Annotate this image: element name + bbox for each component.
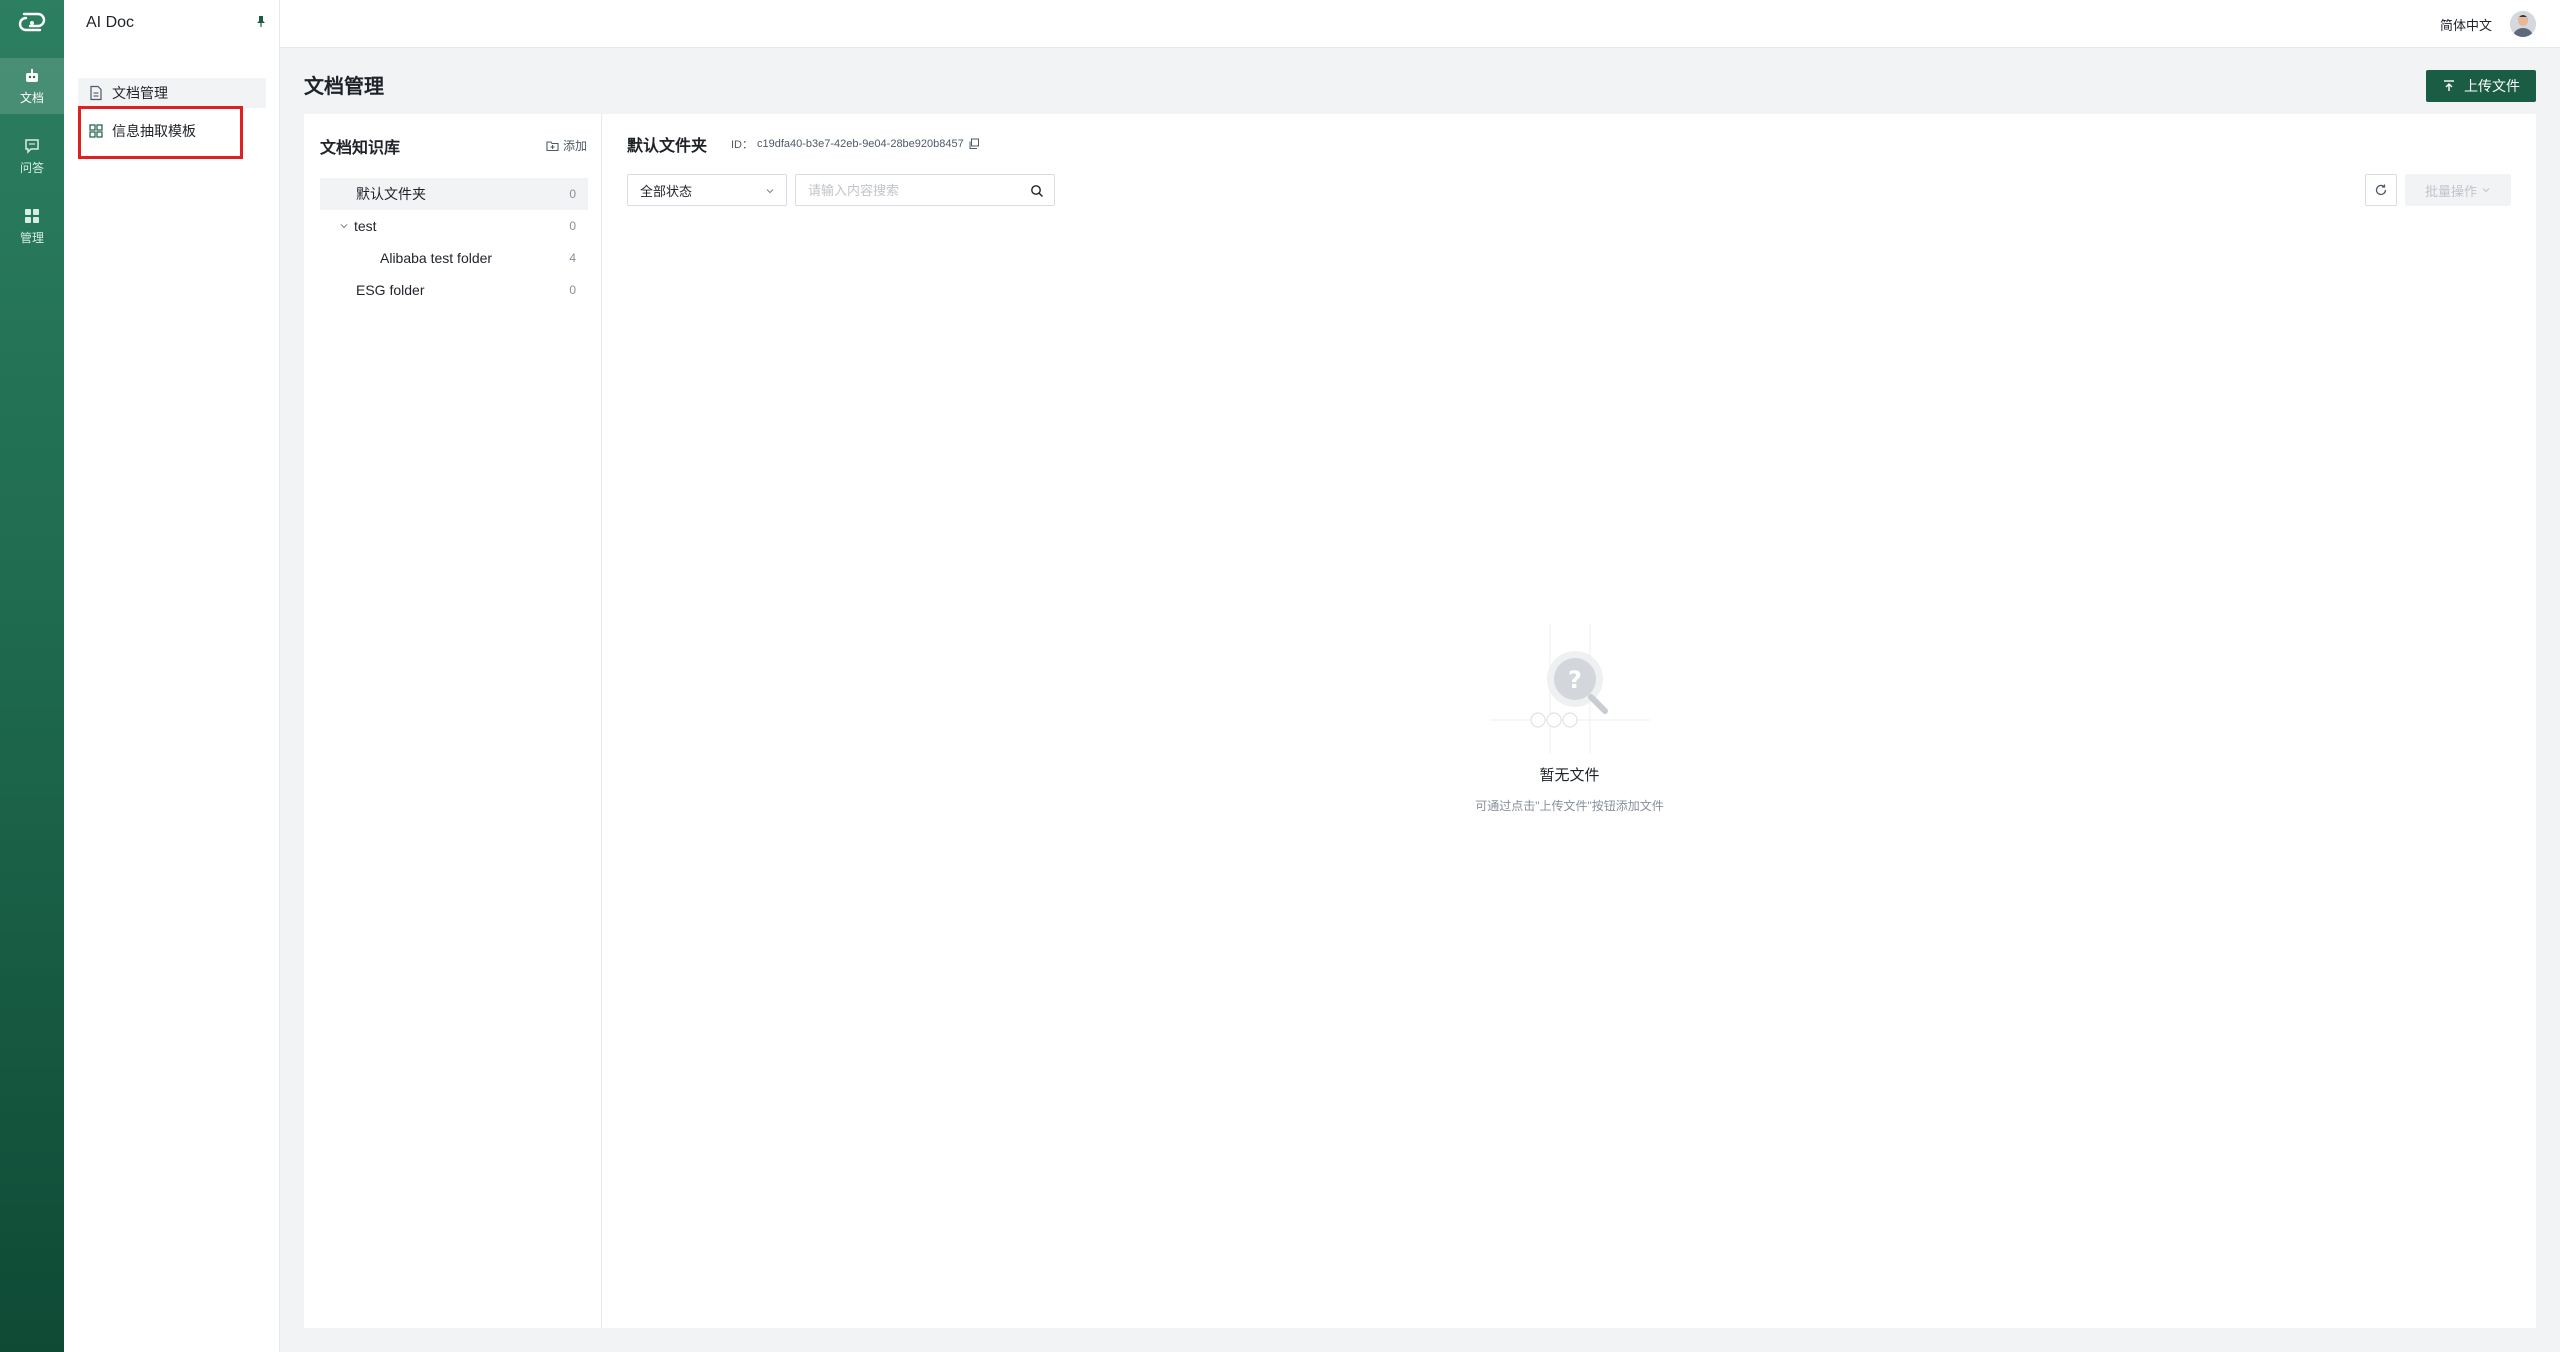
secondary-sidebar: AI Doc 文档管理 信息抽取模板 [64, 0, 280, 1352]
tree-node-count: 0 [569, 187, 576, 201]
app-title: AI Doc [86, 14, 135, 31]
language-switcher[interactable]: 简体中文 [2440, 15, 2492, 34]
upload-icon [2444, 80, 2454, 91]
folder-add-icon [546, 141, 559, 152]
avatar[interactable] [2510, 11, 2536, 37]
page-title: 文档管理 [304, 76, 384, 98]
tree-node-label: 默认文件夹 [356, 186, 426, 202]
sidebar-item-label: 文档管理 [112, 85, 168, 101]
folder-id-value: c19dfa40-b3e7-42eb-9e04-28be920b8457 [757, 138, 964, 150]
batch-operation-button[interactable]: 批量操作 [2405, 174, 2511, 206]
tree-node-count: 0 [569, 219, 576, 233]
batch-operation-label: 批量操作 [2424, 183, 2477, 199]
folder-id-label: ID： [731, 139, 753, 151]
empty-search-illustration-icon: ? [1489, 624, 1650, 754]
status-filter-value: 全部状态 [640, 183, 693, 199]
upload-file-button[interactable]: 上传文件 [2426, 70, 2536, 102]
rail-item-manage[interactable]: 管理 [0, 198, 64, 254]
tree-node-count: 4 [569, 251, 576, 265]
refresh-button[interactable] [2365, 174, 2397, 206]
empty-title: 暂无文件 [1539, 767, 1600, 784]
content-card: 文档知识库 添加 默认文件夹 0 test 0 Alibaba test fol… [304, 114, 2536, 1328]
refresh-icon [2375, 184, 2387, 196]
robot-icon [26, 68, 38, 82]
copy-icon[interactable] [968, 138, 980, 150]
app-logo-icon[interactable] [14, 8, 50, 38]
rail-item-label: 文档 [19, 90, 44, 105]
tree-node-label: ESG folder [356, 282, 425, 298]
empty-hint: 可通过点击"上传文件"按钮添加文件 [1475, 799, 1664, 813]
chevron-down-icon [766, 189, 774, 194]
tree-title: 文档知识库 [320, 140, 401, 157]
search-icon[interactable] [1030, 184, 1044, 198]
chevron-down-icon[interactable] [338, 220, 350, 232]
rail-item-label: 管理 [19, 230, 44, 245]
grid-icon [25, 208, 39, 223]
chat-icon [25, 138, 39, 154]
add-folder-label: 添加 [562, 139, 587, 153]
user-avatar-icon [2510, 11, 2536, 37]
empty-state: ? 暂无文件 可通过点击"上传文件"按钮添加文件 [603, 624, 2536, 814]
files-panel: 默认文件夹 ID： c19dfa40-b3e7-42eb-9e04-28be92… [603, 114, 2536, 1328]
folder-id: ID： c19dfa40-b3e7-42eb-9e04-28be920b8457 [731, 136, 980, 152]
search-box [795, 174, 1055, 206]
rail-item-qa[interactable]: 问答 [0, 128, 64, 184]
highlight-box [78, 106, 243, 159]
app-rail: 文档 问答 管理 [0, 0, 64, 1352]
tree-node[interactable]: Alibaba test folder 4 [320, 242, 588, 274]
tree-node-label: Alibaba test folder [380, 250, 493, 266]
rail-item-label: 问答 [19, 160, 44, 175]
rail-item-docs[interactable]: 文档 [0, 58, 64, 114]
folder-tree-panel: 文档知识库 添加 默认文件夹 0 test 0 Alibaba test fol… [304, 114, 602, 1328]
sidebar-item-document-management[interactable]: 文档管理 [78, 78, 266, 108]
tree-node[interactable]: ESG folder 0 [320, 274, 588, 306]
pin-icon[interactable] [254, 14, 268, 28]
folder-tree: 默认文件夹 0 test 0 Alibaba test folder 4 ESG… [320, 178, 588, 306]
status-filter-select[interactable]: 全部状态 [627, 174, 787, 206]
chevron-down-icon [2482, 188, 2490, 193]
upload-button-label: 上传文件 [2464, 78, 2520, 94]
search-input[interactable] [796, 175, 1016, 205]
tree-node[interactable]: 默认文件夹 0 [320, 178, 588, 210]
add-folder-button[interactable]: 添加 [546, 137, 587, 154]
tree-node-count: 0 [569, 283, 576, 297]
current-folder-name: 默认文件夹 [627, 138, 708, 155]
top-bar: 简体中文 [280, 0, 2560, 48]
document-icon [90, 85, 102, 101]
svg-text:?: ? [1568, 666, 1582, 694]
tree-node-label: test [354, 218, 377, 234]
tree-node[interactable]: test 0 [320, 210, 588, 242]
